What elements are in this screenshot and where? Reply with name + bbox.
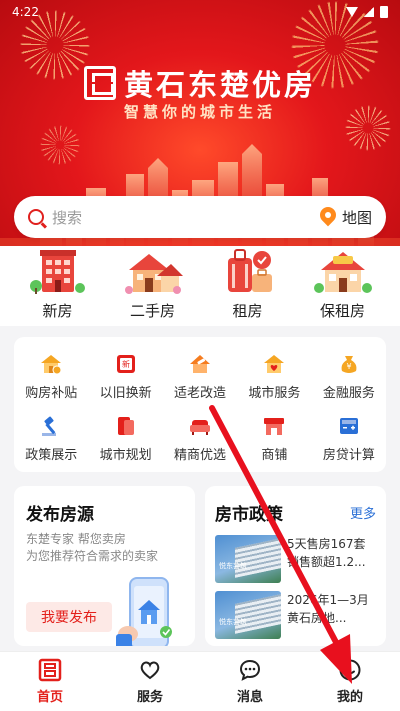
thumb-caption: 悦东芸筑 — [219, 562, 247, 570]
service-elderly-renovation[interactable]: 适老改造 — [163, 345, 237, 407]
news-item[interactable]: 悦东芸筑 2026年1—3月 黄石房地... — [215, 591, 376, 639]
nav-label: 我的 — [336, 690, 363, 705]
service-loan-calc[interactable]: 房贷计算 — [312, 407, 386, 469]
news-title: 5天售房167套 销售额超1.2... — [287, 537, 366, 569]
main-categories: 新房 二手房 租房 保租房 — [0, 246, 400, 326]
sofa-icon — [190, 419, 211, 435]
market-policy-card: 房市政策 更多 悦东芸筑 5天售房167套 销售额超1.2... 悦东芸筑 20… — [205, 486, 386, 646]
nav-messages[interactable]: 消息 — [200, 652, 300, 711]
nav-label: 消息 — [236, 690, 263, 705]
service-city-planning[interactable]: 城市规划 — [88, 407, 162, 469]
service-label: 商铺 — [261, 447, 288, 463]
rental-luggage-icon — [227, 249, 272, 292]
elderly-renovation-icon — [190, 354, 211, 373]
news-thumbnail: 悦东芸筑 — [215, 535, 281, 583]
map-label: 地图 — [341, 208, 372, 227]
market-title: 房市政策 — [215, 505, 283, 525]
category-second-hand[interactable]: 二手房 — [108, 246, 198, 326]
signal-icon — [364, 7, 374, 17]
category-rental[interactable]: 租房 — [203, 246, 293, 326]
svg-text:¥: ¥ — [346, 362, 351, 371]
house-subsidy-icon — [41, 354, 62, 374]
battery-icon — [380, 6, 388, 18]
trade-in-icon: 新 — [116, 354, 135, 373]
publish-title: 发布房源 — [26, 505, 94, 525]
service-label: 城市服务 — [248, 385, 301, 401]
publish-button[interactable]: 我要发布 — [26, 602, 112, 632]
nav-services[interactable]: 服务 — [100, 652, 200, 711]
nav-profile[interactable]: 我的 — [300, 652, 400, 711]
new-house-icon — [29, 250, 85, 294]
status-bar: 4:22 — [0, 0, 400, 24]
svg-text:新: 新 — [122, 359, 130, 369]
brand-logo-icon — [83, 66, 116, 100]
service-city[interactable]: 城市服务 — [237, 345, 311, 407]
brand-header: 黄石东楚优房 — [0, 62, 400, 104]
service-house-subsidy[interactable]: 购房补贴 — [14, 345, 88, 407]
search-icon — [28, 209, 44, 225]
news-item[interactable]: 悦东芸筑 5天售房167套 销售额超1.2... — [215, 535, 376, 583]
service-label: 精商优选 — [174, 447, 227, 463]
status-time: 4:22 — [12, 5, 39, 19]
policy-gavel-icon — [42, 416, 57, 436]
phone-house-illustration — [116, 577, 172, 646]
second-hand-house-icon — [124, 254, 183, 294]
service-shop[interactable]: 商铺 — [237, 407, 311, 469]
nav-label: 首页 — [36, 690, 63, 705]
news-title: 2026年1—3月 黄石房地... — [287, 593, 369, 625]
bottom-navigation: 首页 服务 消息 我的 — [0, 651, 400, 711]
category-new-house[interactable]: 新房 — [13, 246, 103, 326]
heart-icon — [140, 661, 160, 680]
service-policy[interactable]: 政策展示 — [14, 407, 88, 469]
nav-home[interactable]: 首页 — [0, 652, 100, 711]
app-slogan: 智慧你的城市生活 — [123, 103, 276, 121]
map-button[interactable]: 地图 — [320, 207, 372, 228]
category-label: 租房 — [232, 302, 263, 320]
message-icon — [239, 659, 261, 681]
map-pin-icon — [320, 207, 336, 227]
service-label: 金融服务 — [322, 385, 375, 401]
thumb-caption: 悦东芸筑 — [219, 618, 247, 626]
publish-listing-card[interactable]: 发布房源 东楚专家 帮您卖房 为您推荐符合需求的卖家 我要发布 — [14, 486, 195, 646]
shop-icon — [264, 417, 285, 435]
service-featured[interactable]: 精商优选 — [163, 407, 237, 469]
category-label: 二手房 — [129, 302, 175, 320]
category-label: 新房 — [42, 302, 73, 320]
service-finance[interactable]: ¥ 金融服务 — [312, 345, 386, 407]
service-trade-in[interactable]: 新 以旧换新 — [88, 345, 162, 407]
city-planning-icon — [117, 416, 134, 435]
service-label: 以旧换新 — [99, 385, 152, 401]
service-label: 城市规划 — [99, 447, 152, 463]
search-input[interactable]: 搜索 — [52, 207, 320, 228]
nav-label: 服务 — [136, 690, 163, 705]
service-label: 购房补贴 — [25, 385, 78, 401]
search-bar[interactable]: 搜索 地图 — [14, 196, 386, 238]
service-label: 政策展示 — [25, 447, 78, 463]
finance-icon: ¥ — [341, 355, 357, 373]
market-more-link[interactable]: 更多 — [350, 503, 376, 522]
category-label: 保租房 — [319, 302, 365, 320]
profile-smile-icon — [339, 659, 361, 681]
affordable-rental-icon — [313, 252, 372, 293]
app-title: 黄石东楚优房 — [123, 68, 316, 102]
wifi-icon — [346, 7, 358, 17]
service-label: 房贷计算 — [322, 447, 375, 463]
calculator-icon — [339, 417, 358, 434]
service-grid: 购房补贴 新 以旧换新 适老改造 城市服务 ¥ 金融服务 政策展示 城市规划 精… — [14, 337, 386, 472]
home-logo-icon — [38, 658, 62, 682]
publish-desc-line2: 为您推荐符合需求的卖家 — [26, 549, 159, 563]
news-thumbnail: 悦东芸筑 — [215, 591, 281, 639]
city-service-icon — [264, 354, 285, 373]
service-label: 适老改造 — [174, 385, 227, 401]
publish-desc-line1: 东楚专家 帮您卖房 — [26, 532, 126, 546]
category-affordable-rental[interactable]: 保租房 — [298, 246, 388, 326]
